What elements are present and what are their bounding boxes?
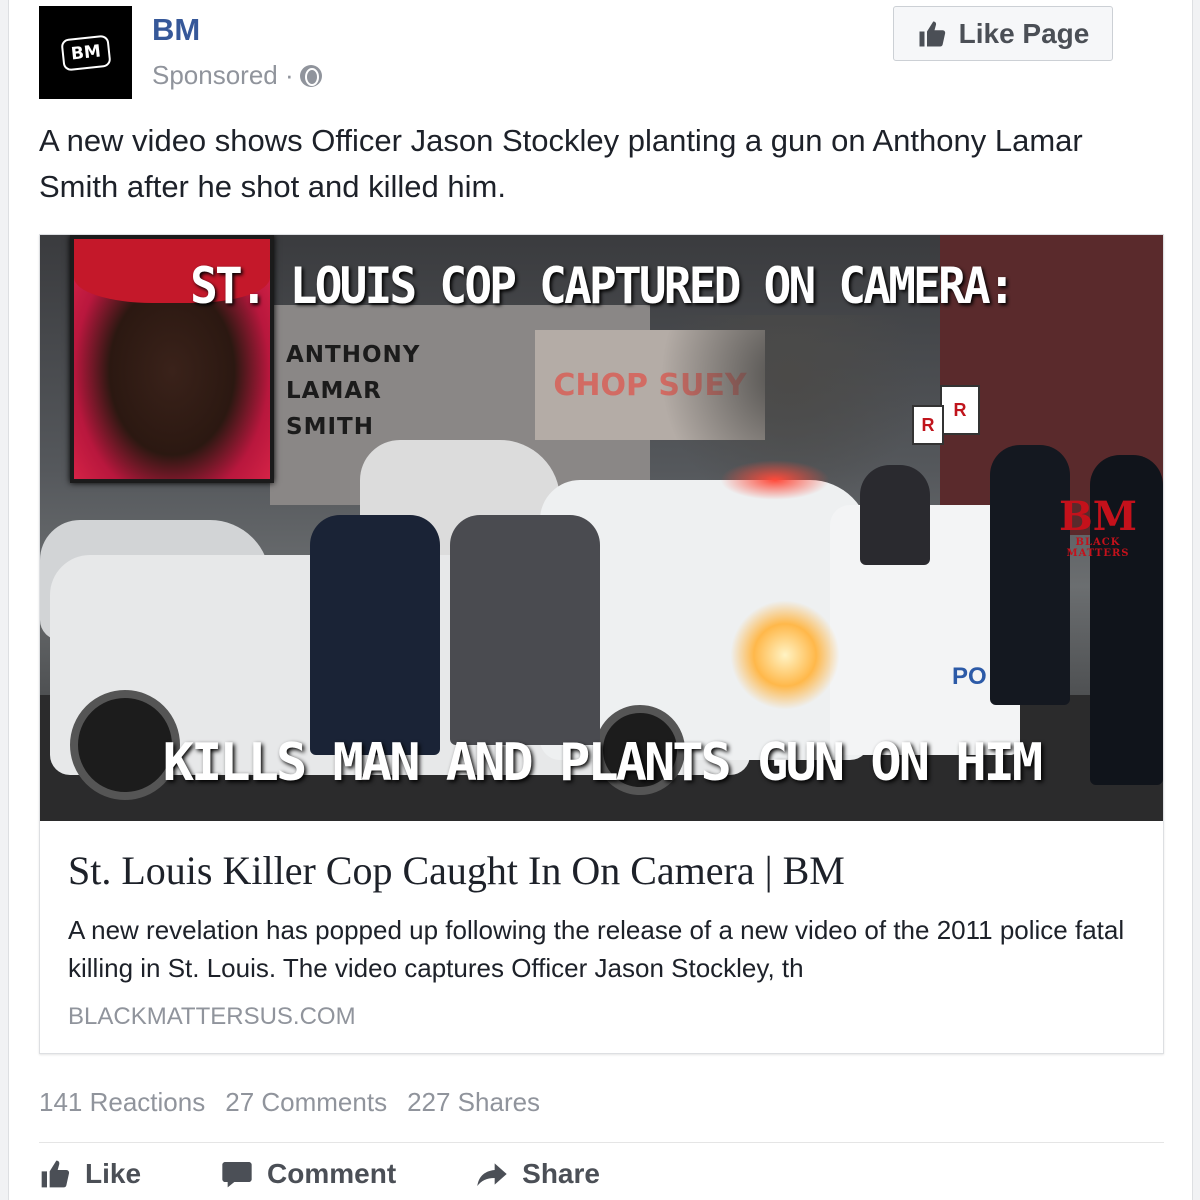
officer-standing [990,445,1070,705]
image-headline: ST. LOUIS COP CAPTURED ON CAMERA: [190,257,1016,315]
sponsored-label: Sponsored · [152,60,322,91]
comment-label: Comment [267,1158,397,1189]
watermark-logo: BM [1058,493,1138,540]
shares-count[interactable]: 227 Shares [407,1087,540,1118]
avatar-logo-text: BM [60,34,111,71]
preview-image[interactable]: CHOP SUEY R R PO ANTHONY LAMAR SMITH BM … [40,235,1163,821]
like-page-button[interactable]: Like Page [893,6,1113,61]
link-domain: BLACKMATTERSUS.COM [68,1003,356,1030]
watermark-subtext: BLACK MATTERS [1066,537,1130,559]
globe-icon [299,64,322,87]
sponsored-text: Sponsored · [152,60,294,90]
link-title[interactable]: St. Louis Killer Cop Caught In On Camera… [68,847,845,894]
link-preview[interactable]: CHOP SUEY R R PO ANTHONY LAMAR SMITH BM … [39,234,1164,1054]
car-door-text: PO [952,663,987,690]
share-label: Share [522,1158,600,1189]
parking-sign: R [912,405,944,445]
page-name-link[interactable]: BM [152,12,200,48]
page-avatar[interactable]: BM [39,6,132,99]
comment-button[interactable]: Comment [221,1158,396,1190]
headlight-glow [730,600,840,710]
detective-in-coat [450,515,600,745]
thumbs-up-icon [919,21,945,46]
siren-glow [720,460,830,500]
comment-icon [222,1162,252,1188]
share-button[interactable]: Share [476,1158,600,1190]
parking-sign: R [940,385,980,435]
link-description: A new revelation has popped up following… [68,915,1125,983]
post-message: A new video shows Officer Jason Stockley… [39,123,1083,204]
like-label: Like [85,1158,142,1189]
like-page-label: Like Page [958,17,1090,49]
comments-count[interactable]: 27 Comments [225,1087,387,1118]
victim-name-label: ANTHONY LAMAR SMITH [286,337,420,445]
victim-name-line: SMITH [286,414,374,440]
victim-name-line: LAMAR [286,378,382,404]
victim-name-line: ANTHONY [286,342,421,368]
bystander [860,465,930,565]
action-divider [39,1142,1164,1143]
sponsored-post-card: BM BM Sponsored · Like Page A new video … [8,0,1193,1200]
reactions-count[interactable]: 141 Reactions [39,1087,205,1118]
engagement-stats: 141 Reactions 27 Comments 227 Shares [39,1087,540,1118]
like-button[interactable]: Like [39,1158,141,1190]
action-bar: Like Comment Share [39,1158,600,1190]
image-subheadline: KILLS MAN AND PLANTS GUN ON HIM [162,733,1044,793]
crime-lab-officer [310,515,440,755]
thumbs-up-icon [41,1160,70,1188]
bm-watermark: BM BLACK MATTERS [1048,493,1148,560]
share-icon [477,1163,507,1186]
